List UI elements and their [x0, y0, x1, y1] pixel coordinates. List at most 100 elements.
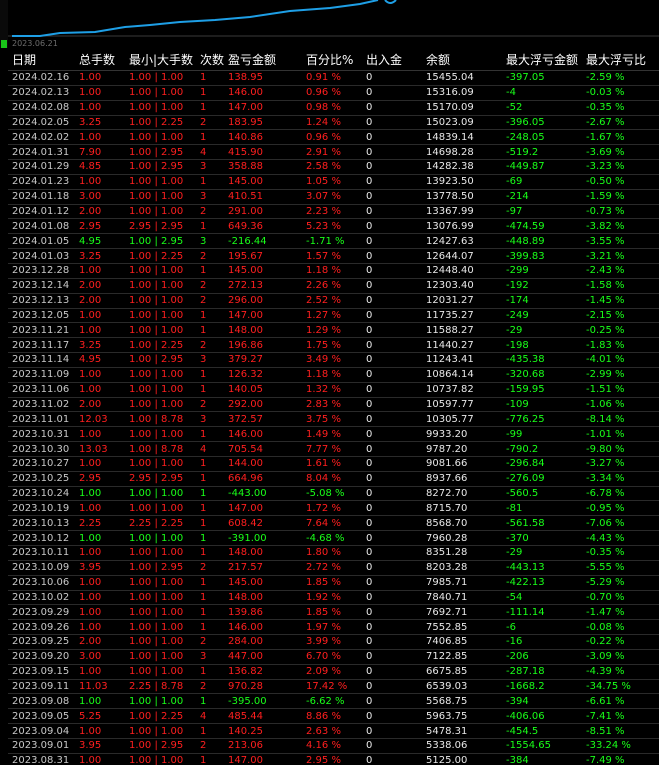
table-row[interactable]: 2024.02.13 1.00 1.00 | 1.00 1 146.00 0.96 % 0 1… — [0, 85, 659, 101]
cell-percent: 0.98 % — [306, 100, 366, 116]
table-row[interactable]: 2023.12.14 2.00 1.00 | 1.00 2 272.13 2.26 % 0 1… — [0, 278, 659, 294]
table-row[interactable]: 2023.11.02 2.00 1.00 | 1.00 2 292.00 2.83 % 0 1… — [0, 397, 659, 413]
table-row[interactable]: 2023.10.19 1.00 1.00 | 1.00 1 147.00 1.72 % 0 8… — [0, 500, 659, 517]
cell-date: 2023.09.15 — [0, 664, 79, 680]
cell-total-lots: 4.95 — [79, 352, 129, 368]
table-row[interactable]: 2023.09.15 1.00 1.00 | 1.00 1 136.82 2.09 % 0 6… — [0, 664, 659, 680]
table-row[interactable]: 2024.01.05 4.95 1.00 | 2.95 3 -216.44 -1.71 %… — [0, 233, 659, 250]
table-row[interactable]: 2024.01.18 3.00 1.00 | 1.00 3 410.51 3.07 % 0 1… — [0, 189, 659, 205]
table-row[interactable]: 2023.10.27 1.00 1.00 | 1.00 1 144.00 1.61 % 0 9… — [0, 456, 659, 472]
header-date[interactable]: 日期 — [0, 50, 79, 71]
table-row[interactable]: 2023.10.13 2.25 2.25 | 2.25 1 608.42 7.64 % 0 8… — [0, 515, 659, 532]
cell-total-lots: 1.00 — [79, 500, 129, 517]
header-percent[interactable]: 百分比% — [306, 50, 366, 71]
table-row[interactable]: 2023.12.05 1.00 1.00 | 1.00 1 147.00 1.27 % 0 1… — [0, 308, 659, 324]
cell-date: 2023.11.14 — [0, 352, 79, 368]
cell-percent: 3.99 % — [306, 634, 366, 650]
header-total-lots[interactable]: 总手数 — [79, 50, 129, 71]
table-row[interactable]: 2024.01.29 4.85 1.00 | 2.95 3 358.88 2.58 % 0 1… — [0, 159, 659, 175]
cell-date: 2023.10.27 — [0, 456, 79, 472]
header-max-floating-loss-ratio[interactable]: 最大浮亏比 — [586, 50, 659, 71]
cell-count: 3 — [200, 233, 228, 250]
cell-date: 2024.01.18 — [0, 189, 79, 205]
cell-balance: 6539.03 — [426, 679, 506, 695]
table-row[interactable]: 2023.08.31 1.00 1.00 | 1.00 1 147.00 2.95 % 0 5… — [0, 753, 659, 765]
table-row[interactable]: 2023.11.17 3.25 1.00 | 2.25 2 196.86 1.75 % 0 1… — [0, 337, 659, 354]
table-row[interactable]: 2023.09.26 1.00 1.00 | 1.00 1 146.00 1.97 % 0 7… — [0, 619, 659, 636]
cell-max-floating-loss-ratio: -0.50 % — [586, 174, 659, 190]
cell-deposit-withdraw: 0 — [366, 619, 426, 636]
cell-deposit-withdraw: 0 — [366, 337, 426, 354]
cell-count: 1 — [200, 664, 228, 680]
table-row[interactable]: 2024.01.31 7.90 1.00 | 2.95 4 415.90 2.91 % 0 1… — [0, 144, 659, 161]
cell-total-lots: 2.00 — [79, 204, 129, 220]
cell-total-lots: 1.00 — [79, 604, 129, 621]
cell-count: 3 — [200, 189, 228, 205]
header-deposit-withdraw[interactable]: 出入金 — [366, 50, 426, 71]
table-row[interactable]: 2023.11.01 12.03 1.00 | 8.78 3 372.57 3.75 % 0… — [0, 411, 659, 428]
cell-count: 4 — [200, 144, 228, 161]
cell-deposit-withdraw: 0 — [366, 471, 426, 487]
table-row[interactable]: 2023.11.09 1.00 1.00 | 1.00 1 126.32 1.18 % 0 1… — [0, 367, 659, 383]
cell-max-floating-loss-ratio: -7.41 % — [586, 708, 659, 725]
cell-max-floating-loss: -192 — [506, 278, 586, 294]
cell-date: 2023.10.12 — [0, 530, 79, 546]
cell-percent: -6.62 % — [306, 693, 366, 710]
header-max-floating-loss[interactable]: 最大浮亏金额 — [506, 50, 586, 71]
cell-deposit-withdraw: 0 — [366, 456, 426, 472]
cell-count: 3 — [200, 159, 228, 175]
table-row[interactable]: 2024.02.08 1.00 1.00 | 1.00 1 147.00 0.98 % 0 1… — [0, 100, 659, 116]
table-row[interactable]: 2023.12.13 2.00 1.00 | 1.00 2 296.00 2.52 % 0 1… — [0, 293, 659, 309]
table-row[interactable]: 2023.10.09 3.95 1.00 | 2.95 2 217.57 2.72 % 0 8… — [0, 560, 659, 576]
cell-max-floating-loss: -561.58 — [506, 515, 586, 532]
table-row[interactable]: 2023.09.04 1.00 1.00 | 1.00 1 140.25 2.63 % 0 5… — [0, 723, 659, 739]
table-row[interactable]: 2023.09.25 2.00 1.00 | 1.00 2 284.00 3.99 % 0 7… — [0, 634, 659, 650]
cell-total-lots: 1.00 — [79, 129, 129, 146]
cell-total-lots: 7.90 — [79, 144, 129, 161]
table-row[interactable]: 2024.01.12 2.00 1.00 | 1.00 2 291.00 2.23 % 0 1… — [0, 204, 659, 220]
table-row[interactable]: 2023.11.14 4.95 1.00 | 2.95 3 379.27 3.49 % 0 1… — [0, 352, 659, 368]
table-row[interactable]: 2024.01.23 1.00 1.00 | 1.00 1 145.00 1.05 % 0 1… — [0, 174, 659, 190]
table-row[interactable]: 2023.09.29 1.00 1.00 | 1.00 1 139.86 1.85 % 0 7… — [0, 604, 659, 621]
table-row[interactable]: 2024.02.05 3.25 1.00 | 2.25 2 183.95 1.24 % 0 1… — [0, 115, 659, 131]
header-min-max-lots[interactable]: 最小|大手数 — [129, 50, 200, 71]
table-row[interactable]: 2024.02.16 1.00 1.00 | 1.00 1 138.95 0.91 % 0 1… — [0, 70, 659, 86]
cell-deposit-withdraw: 0 — [366, 100, 426, 116]
table-row[interactable]: 2023.09.05 5.25 1.00 | 2.25 4 485.44 8.86 % 0 5… — [0, 708, 659, 725]
cell-percent: 1.32 % — [306, 382, 366, 398]
table-row[interactable]: 2023.12.28 1.00 1.00 | 1.00 1 145.00 1.18 % 0 1… — [0, 263, 659, 279]
cell-deposit-withdraw: 0 — [366, 693, 426, 710]
cell-date: 2023.11.02 — [0, 397, 79, 413]
table-row[interactable]: 2023.10.31 1.00 1.00 | 1.00 1 146.00 1.49 % 0 9… — [0, 426, 659, 443]
table-row[interactable]: 2023.11.21 1.00 1.00 | 1.00 1 148.00 1.29 % 0 1… — [0, 322, 659, 339]
cell-max-floating-loss: -1668.2 — [506, 679, 586, 695]
table-row[interactable]: 2024.01.03 3.25 1.00 | 2.25 2 195.67 1.57 % 0 1… — [0, 248, 659, 264]
cell-max-floating-loss: -198 — [506, 337, 586, 354]
cell-deposit-withdraw: 0 — [366, 308, 426, 324]
table-row[interactable]: 2023.10.25 2.95 2.95 | 2.95 1 664.96 8.04 % 0 8… — [0, 471, 659, 487]
table-row[interactable]: 2024.01.08 2.95 2.95 | 2.95 1 649.36 5.23 % 0 1… — [0, 218, 659, 235]
table-row[interactable]: 2023.09.20 3.00 1.00 | 1.00 3 447.00 6.70 % 0 7… — [0, 649, 659, 665]
cell-min-max-lots: 1.00 | 1.00 — [129, 278, 200, 294]
daily-report-table-container[interactable]: 日期 总手数 最小|大手数 次数 盈亏金额 百分比% 出入金 余额 最大浮亏金额 最大浮亏比 20… — [0, 50, 659, 765]
cell-percent: 1.85 % — [306, 604, 366, 621]
cell-profit-loss: 649.36 — [228, 218, 306, 235]
table-row[interactable]: 2023.10.12 1.00 1.00 | 1.00 1 -391.00 -4.68 %… — [0, 530, 659, 546]
cell-balance: 12644.07 — [426, 248, 506, 264]
table-row[interactable]: 2023.09.08 1.00 1.00 | 1.00 1 -395.00 -6.62 %… — [0, 693, 659, 710]
table-row[interactable]: 2023.09.11 11.03 2.25 | 8.78 2 970.28 17.42 %… — [0, 679, 659, 695]
table-row[interactable]: 2023.10.24 1.00 1.00 | 1.00 1 -443.00 -5.08 %… — [0, 486, 659, 502]
table-row[interactable]: 2023.10.30 13.03 1.00 | 8.78 4 705.54 7.77 % 0… — [0, 441, 659, 457]
header-balance[interactable]: 余额 — [426, 50, 506, 71]
cell-min-max-lots: 1.00 | 2.25 — [129, 115, 200, 131]
header-profit-loss[interactable]: 盈亏金额 — [228, 50, 306, 71]
table-row[interactable]: 2023.10.06 1.00 1.00 | 1.00 1 145.00 1.85 % 0 7… — [0, 575, 659, 591]
cell-count: 1 — [200, 456, 228, 472]
cell-max-floating-loss-ratio: -3.34 % — [586, 471, 659, 487]
table-row[interactable]: 2023.10.11 1.00 1.00 | 1.00 1 148.00 1.80 % 0 8… — [0, 545, 659, 561]
table-row[interactable]: 2023.10.02 1.00 1.00 | 1.00 1 148.00 1.92 % 0 7… — [0, 590, 659, 606]
table-row[interactable]: 2024.02.02 1.00 1.00 | 1.00 1 140.86 0.96 % 0 1… — [0, 129, 659, 146]
table-row[interactable]: 2023.09.01 3.95 1.00 | 2.95 2 213.06 4.16 % 0 5… — [0, 738, 659, 754]
table-row[interactable]: 2023.11.06 1.00 1.00 | 1.00 1 140.05 1.32 % 0 1… — [0, 382, 659, 398]
header-count[interactable]: 次数 — [200, 50, 228, 71]
